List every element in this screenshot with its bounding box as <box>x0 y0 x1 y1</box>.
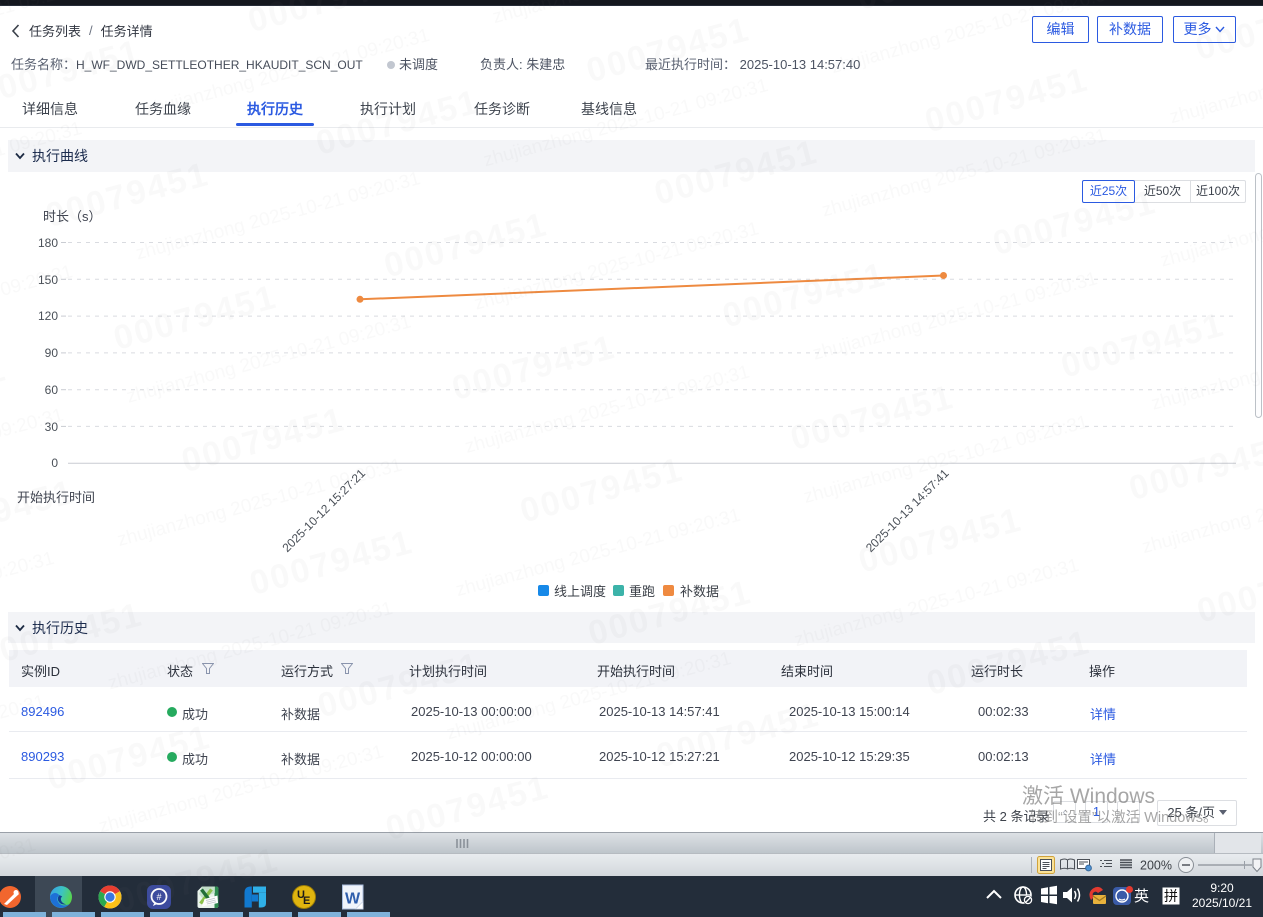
svg-text:重跑: 重跑 <box>629 584 655 599</box>
svg-text:0: 0 <box>51 456 58 470</box>
svg-text:时长（s）: 时长（s） <box>43 209 102 224</box>
svg-text:线上调度: 线上调度 <box>554 584 606 599</box>
svg-text:拼: 拼 <box>1164 888 1178 904</box>
svg-text:E: E <box>303 895 310 907</box>
svg-text:W: W <box>345 891 361 908</box>
svg-text:#: # <box>156 892 161 902</box>
svg-text:2025-10-13 14:57:41: 2025-10-13 14:57:41 <box>863 466 952 555</box>
svg-text:150: 150 <box>38 273 58 287</box>
svg-text:2025-10-12 15:27:21: 2025-10-12 15:27:21 <box>279 466 368 555</box>
svg-text:30: 30 <box>45 420 59 434</box>
svg-text:90: 90 <box>45 346 59 360</box>
svg-text:200%: 200% <box>1140 859 1172 873</box>
svg-text:120: 120 <box>38 309 58 323</box>
svg-text:补数据: 补数据 <box>680 584 719 599</box>
svg-text:180: 180 <box>38 236 58 250</box>
svg-text:英: 英 <box>1134 887 1149 905</box>
svg-text:开始执行时间: 开始执行时间 <box>17 490 95 505</box>
svg-text:60: 60 <box>45 383 59 397</box>
